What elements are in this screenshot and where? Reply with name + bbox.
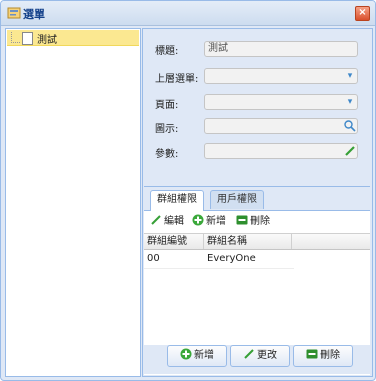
- edit-button-label: 編輯: [164, 216, 184, 227]
- column-header-group-id[interactable]: 群組編號: [144, 234, 204, 249]
- page-label: 頁面:: [155, 100, 179, 111]
- chevron-down-icon[interactable]: ▾: [343, 69, 357, 83]
- footer-delete-button[interactable]: 刪除: [293, 345, 353, 367]
- menu-tree: 測試: [5, 28, 141, 377]
- footer-add-button[interactable]: 新增: [167, 345, 227, 367]
- page-select[interactable]: ▾: [204, 94, 358, 110]
- parent-menu-select[interactable]: ▾: [204, 68, 358, 84]
- plus-icon: [180, 348, 192, 360]
- parent-menu-label: 上層選單:: [155, 74, 199, 85]
- plus-icon: [192, 214, 204, 226]
- minus-icon: [236, 215, 248, 225]
- param-field[interactable]: [204, 143, 358, 159]
- tree-item[interactable]: 測試: [7, 30, 139, 46]
- param-label: 參數:: [155, 149, 179, 160]
- delete-button-label: 刪除: [250, 216, 270, 227]
- tab-user-permissions[interactable]: 用戶權限: [210, 190, 264, 209]
- footer-delete-label: 刪除: [320, 350, 340, 361]
- footer-update-label: 更改: [257, 350, 277, 361]
- app-window-icon: [7, 7, 21, 19]
- minus-icon: [306, 349, 318, 359]
- tree-item-label: 測試: [37, 35, 57, 46]
- menu-dialog: 選單 × 測試 標題: 測試 上層選單: ▾ 頁面: ▾ 圖示: 參數: 群組權…: [0, 0, 376, 381]
- search-icon[interactable]: [343, 119, 357, 133]
- tab-group-permissions[interactable]: 群組權限: [150, 190, 204, 211]
- tree-connector-icon: [11, 32, 20, 43]
- window-title: 選單: [23, 8, 45, 21]
- icon-field[interactable]: [204, 118, 358, 134]
- group-name-cell: EveryOne: [207, 253, 256, 264]
- pencil-icon: [244, 349, 254, 359]
- close-icon[interactable]: ×: [355, 6, 370, 21]
- table-row[interactable]: 00 EveryOne: [144, 250, 294, 269]
- group-id-cell: 00: [147, 253, 160, 264]
- icon-label: 圖示:: [155, 124, 179, 135]
- footer-update-button[interactable]: 更改: [230, 345, 290, 367]
- footer-buttons: 新增 更改 刪除: [144, 345, 370, 374]
- title-bar: 選單 ×: [1, 1, 375, 26]
- details-panel: 標題: 測試 上層選單: ▾ 頁面: ▾ 圖示: 參數: 群組權限 用戶權限 編…: [142, 28, 373, 377]
- title-field-label: 標題:: [155, 46, 179, 57]
- title-field[interactable]: 測試: [204, 41, 358, 57]
- footer-add-label: 新增: [194, 350, 214, 361]
- edit-button[interactable]: 編輯: [150, 214, 184, 230]
- add-button-label: 新增: [206, 216, 226, 227]
- grid-header: 群組編號 群組名稱: [144, 234, 370, 250]
- column-header-group-name[interactable]: 群組名稱: [204, 234, 292, 249]
- tab-strip: 群組權限 用戶權限: [144, 187, 370, 211]
- pencil-icon: [151, 215, 161, 225]
- grid-toolbar: 編輯 新增 刪除: [144, 211, 370, 234]
- delete-button[interactable]: 刪除: [236, 214, 270, 230]
- document-icon: [22, 32, 33, 45]
- pencil-icon[interactable]: [343, 144, 357, 158]
- chevron-down-icon[interactable]: ▾: [343, 95, 357, 109]
- add-button[interactable]: 新增: [192, 214, 226, 230]
